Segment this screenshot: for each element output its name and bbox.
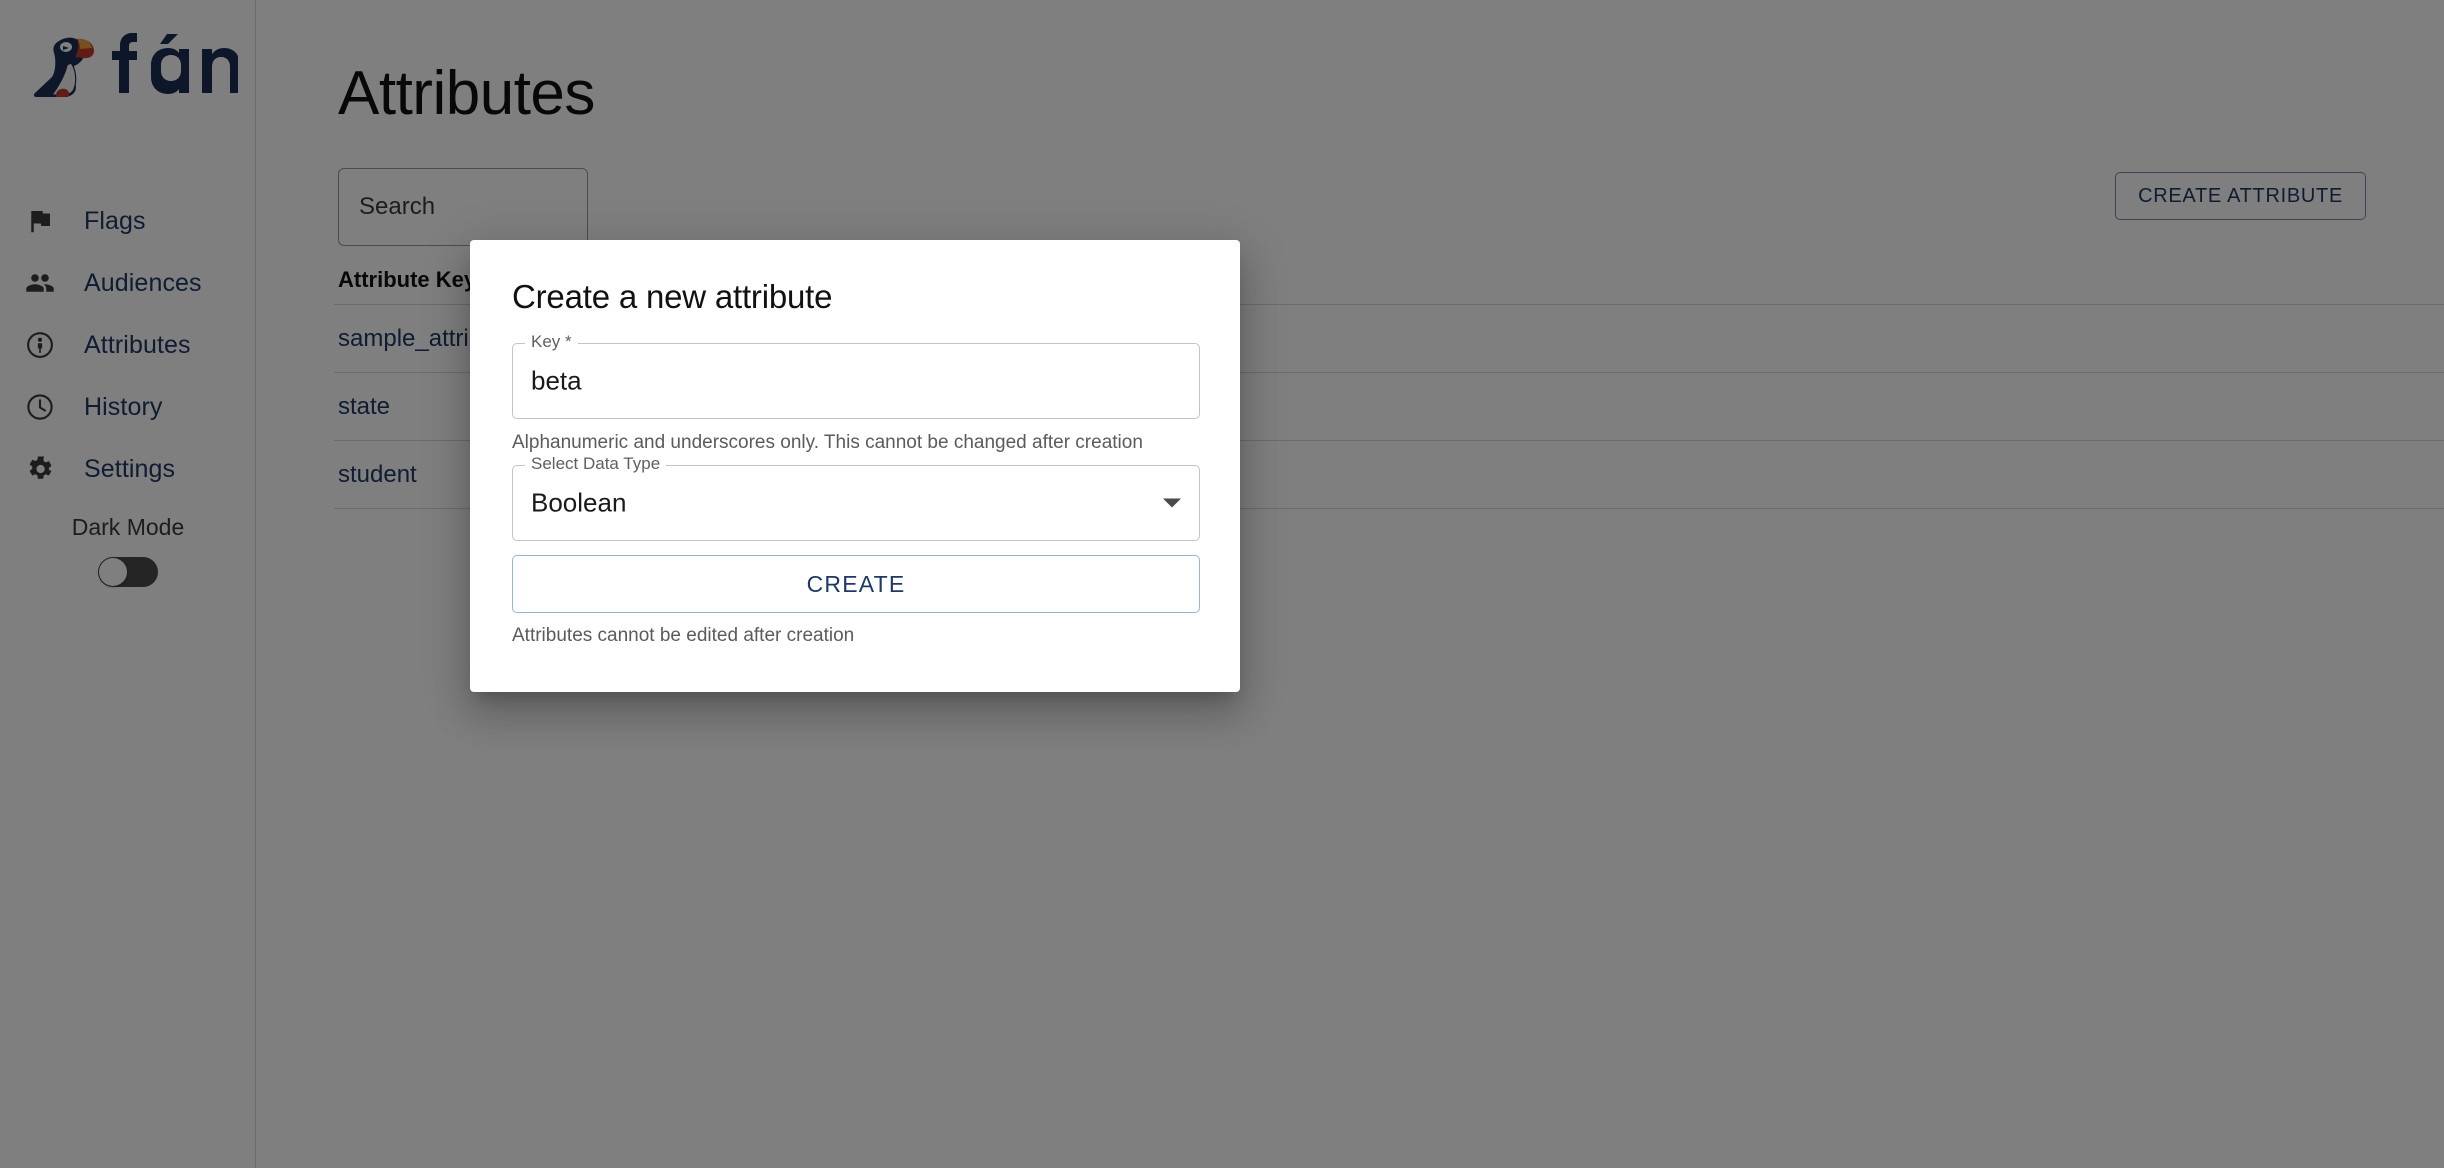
data-type-value: Boolean: [531, 487, 627, 518]
chevron-down-icon[interactable]: [1163, 498, 1181, 508]
key-field[interactable]: Key * beta: [512, 333, 1200, 419]
key-field-value: beta: [531, 365, 582, 396]
data-type-label: Select Data Type: [525, 455, 667, 472]
app-root: Flags Audiences Attributes: [0, 0, 2444, 1168]
submit-create-button[interactable]: CREATE: [512, 555, 1200, 613]
dialog-footer-note: Attributes cannot be edited after creati…: [512, 625, 855, 646]
dialog-title: Create a new attribute: [512, 278, 833, 315]
key-field-helper-text: Alphanumeric and underscores only. This …: [512, 432, 1143, 453]
key-field-label: Key *: [525, 333, 578, 350]
data-type-select[interactable]: Select Data Type Boolean: [512, 455, 1200, 541]
create-attribute-dialog: Create a new attribute Key * beta Alphan…: [470, 240, 1240, 692]
